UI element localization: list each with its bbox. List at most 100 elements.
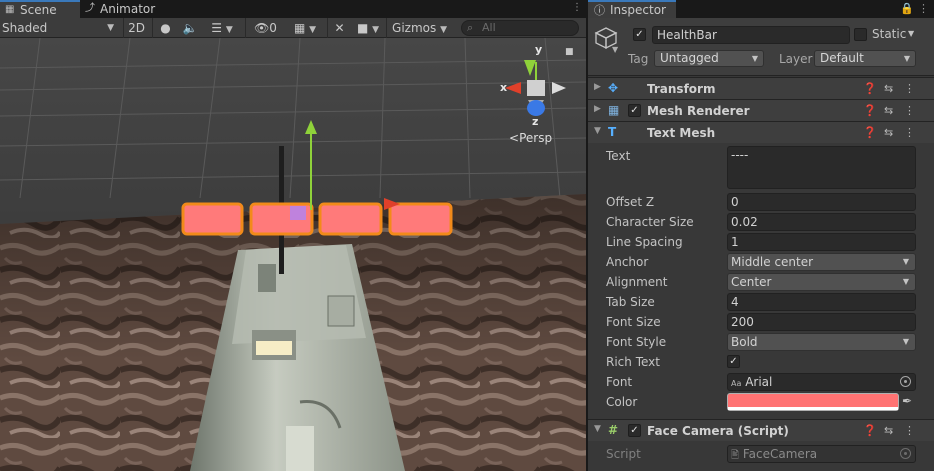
- chevron-down-icon[interactable]: ▼: [612, 45, 618, 54]
- help-icon[interactable]: ❓: [863, 82, 877, 95]
- layer-label: Layer: [779, 52, 813, 66]
- line-spacing-label: Line Spacing: [606, 235, 683, 249]
- lock-icon[interactable]: ■: [565, 47, 574, 57]
- plane-handle[interactable]: [290, 206, 306, 220]
- chevron-down-icon: ▼: [309, 25, 317, 35]
- gizmos-label: Gizmos: [392, 21, 437, 35]
- fold-right-icon: ▶: [594, 82, 601, 92]
- grid-icon: ▦: [5, 4, 15, 15]
- layer-value: Default: [820, 51, 864, 65]
- color-swatch[interactable]: [727, 393, 899, 411]
- camera-dropdown[interactable]: ■ ▼: [351, 18, 385, 38]
- text-area[interactable]: ----: [727, 146, 916, 189]
- component-transform[interactable]: ▶ ✥ Transform ❓ ⇆ ⋮: [588, 77, 934, 99]
- font-size-value: 200: [731, 315, 754, 329]
- lock-icon[interactable]: 🔒: [900, 2, 914, 15]
- transform-icon: ✥: [608, 81, 619, 95]
- font-size-label: Font Size: [606, 315, 661, 329]
- layer-dropdown[interactable]: Default ▼: [814, 50, 916, 67]
- tab-size-value: 4: [731, 295, 739, 309]
- 2d-toggle-button[interactable]: 2D: [123, 18, 149, 38]
- help-icon[interactable]: ❓: [863, 126, 877, 139]
- tab-scene[interactable]: ▦ Scene: [0, 0, 80, 18]
- scene-search-input[interactable]: ⌕ All: [461, 20, 579, 36]
- kebab-menu-icon[interactable]: ⋮: [904, 126, 915, 139]
- prop-text: Text ----: [588, 146, 934, 192]
- health-segment[interactable]: [181, 202, 244, 236]
- health-segment[interactable]: [318, 202, 383, 236]
- alignment-dropdown[interactable]: Center ▼: [727, 273, 916, 291]
- anchor-dropdown[interactable]: Middle center ▼: [727, 253, 916, 271]
- offset-z-value: 0: [731, 195, 739, 209]
- fold-down-icon: ▼: [594, 424, 601, 434]
- tools-button[interactable]: ✕: [327, 18, 351, 38]
- eyedropper-icon[interactable]: ✒: [902, 394, 912, 408]
- prop-rich-text: Rich Text ✓: [588, 352, 934, 372]
- tab-size-field[interactable]: 4: [727, 293, 916, 311]
- prop-anchor: Anchor Middle center ▼: [588, 252, 934, 272]
- hidden-objects-toggle[interactable]: 👁0: [245, 18, 285, 38]
- chevron-down-icon[interactable]: ▼: [908, 29, 914, 38]
- rich-text-checkbox[interactable]: ✓: [727, 355, 740, 368]
- tab-inspector[interactable]: ⓘ Inspector: [588, 0, 676, 18]
- info-icon: ⓘ: [594, 4, 605, 17]
- kebab-menu-icon[interactable]: ⋮: [904, 104, 915, 117]
- chevron-down-icon: ▼: [902, 337, 909, 346]
- font-object-field[interactable]: Aa Arial: [727, 373, 916, 391]
- font-size-field[interactable]: 200: [727, 313, 916, 331]
- gizmo-x-label: x: [500, 81, 508, 94]
- font-style-dropdown[interactable]: Bold ▼: [727, 333, 916, 351]
- projection-toggle[interactable]: <Persp: [509, 131, 552, 145]
- preset-icon[interactable]: ⇆: [884, 104, 893, 117]
- draw-mode-dropdown[interactable]: Shaded ▼: [0, 18, 120, 38]
- health-segment[interactable]: [388, 202, 453, 236]
- tag-dropdown[interactable]: Untagged ▼: [654, 50, 764, 67]
- kebab-menu-icon[interactable]: ⋮: [904, 424, 915, 437]
- tag-label: Tag: [628, 52, 649, 66]
- static-checkbox[interactable]: [854, 28, 867, 41]
- offset-z-label: Offset Z: [606, 195, 655, 209]
- font-asset-icon: Aa: [731, 379, 742, 388]
- offset-z-field[interactable]: 0: [727, 193, 916, 211]
- help-icon[interactable]: ❓: [863, 104, 877, 117]
- object-picker-icon[interactable]: [900, 376, 911, 387]
- chevron-down-icon: ▼: [751, 54, 758, 63]
- audio-toggle-button[interactable]: 🔈: [178, 18, 202, 38]
- character-size-field[interactable]: 0.02: [727, 213, 916, 231]
- gizmos-dropdown[interactable]: Gizmos ▼: [386, 18, 452, 38]
- tab-scene-label: Scene: [20, 3, 57, 17]
- component-text-mesh[interactable]: ▼ T Text Mesh ❓ ⇆ ⋮: [588, 121, 934, 143]
- preset-icon[interactable]: ⇆: [884, 424, 893, 437]
- tab-animator[interactable]: ⤴ Animator: [80, 0, 170, 18]
- object-name-field[interactable]: HealthBar: [652, 26, 850, 44]
- grid-dropdown[interactable]: ▦ ▼: [285, 18, 325, 38]
- line-spacing-field[interactable]: 1: [727, 233, 916, 251]
- help-icon[interactable]: ❓: [863, 424, 877, 437]
- mesh-renderer-enabled-checkbox[interactable]: ✓: [628, 104, 641, 117]
- text-label: Text: [606, 149, 631, 163]
- component-face-camera[interactable]: ▼ # ✓ Face Camera (Script) ❓ ⇆ ⋮: [588, 419, 934, 441]
- kebab-menu-icon[interactable]: ⋮: [572, 2, 582, 13]
- search-placeholder: All: [482, 21, 496, 34]
- preset-icon[interactable]: ⇆: [884, 82, 893, 95]
- animator-icon: ⤴: [85, 3, 95, 14]
- chevron-down-icon: ▼: [372, 25, 380, 35]
- effects-dropdown[interactable]: ☰ ▼: [202, 18, 242, 38]
- alpha-bar: [728, 407, 898, 410]
- scene-viewport[interactable]: [0, 38, 586, 471]
- face-camera-enabled-checkbox[interactable]: ✓: [628, 424, 641, 437]
- scene-toolbar: Shaded ▼ 2D ● 🔈 ☰ ▼ 👁0 ▦ ▼ ✕ ■ ▼ Gizmos …: [0, 18, 586, 38]
- active-checkbox[interactable]: ✓: [633, 28, 646, 41]
- prop-line-spacing: Line Spacing 1: [588, 232, 934, 252]
- anchor-value: Middle center: [731, 255, 814, 269]
- text-mesh-title: Text Mesh: [647, 126, 716, 140]
- preset-icon[interactable]: ⇆: [884, 126, 893, 139]
- chevron-down-icon: ▼: [902, 277, 909, 286]
- kebab-menu-icon[interactable]: ⋮: [904, 82, 915, 95]
- component-mesh-renderer[interactable]: ▶ ▦ ✓ Mesh Renderer ❓ ⇆ ⋮: [588, 99, 934, 121]
- back-arrow-icon: <: [509, 131, 520, 145]
- kebab-menu-icon[interactable]: ⋮: [918, 2, 929, 15]
- mesh-renderer-title: Mesh Renderer: [647, 104, 750, 118]
- object-picker-icon: [900, 448, 911, 459]
- lighting-toggle-button[interactable]: ●: [152, 18, 178, 38]
